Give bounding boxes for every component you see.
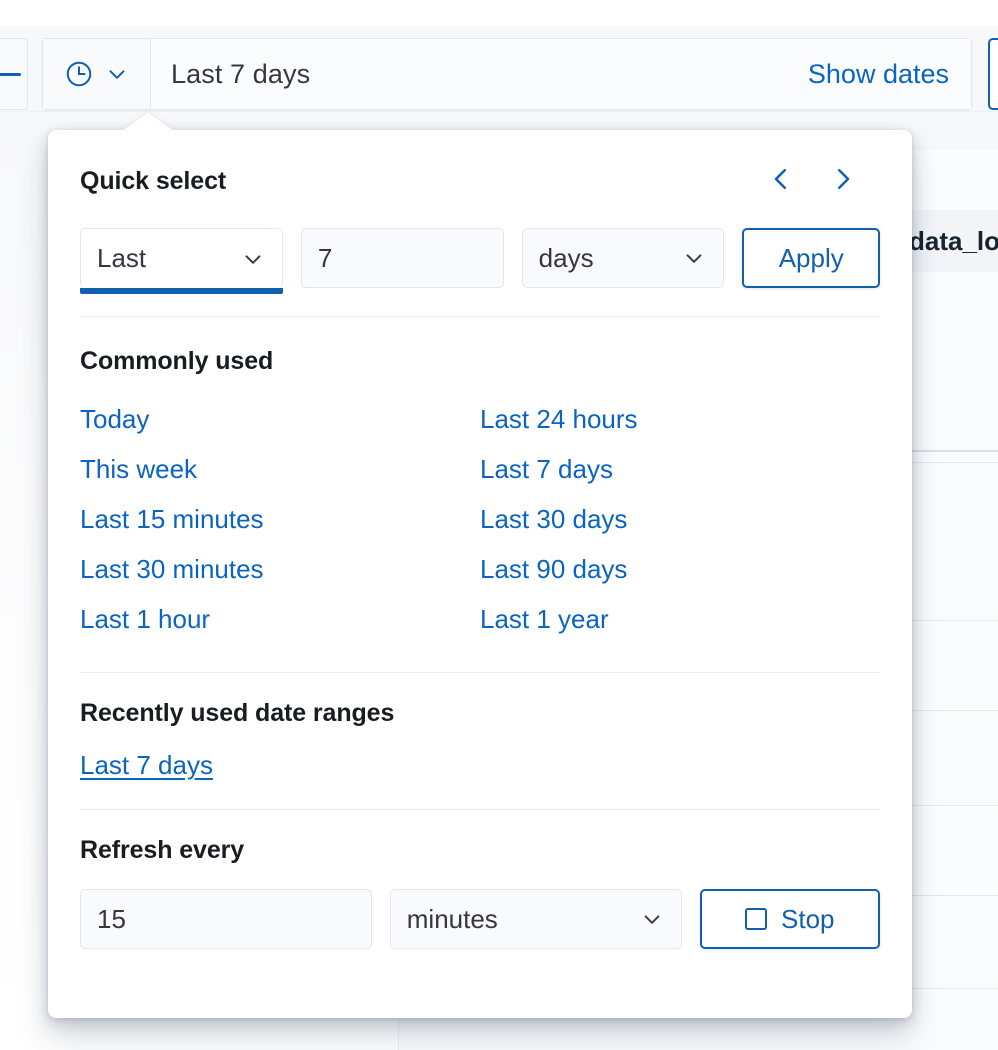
commonly-used-title: Commonly used: [80, 347, 274, 375]
commonly-used-grid: Today Last 24 hours This week Last 7 day…: [80, 394, 880, 644]
refresh-every-title: Refresh every: [80, 836, 245, 864]
apply-button-label: Apply: [778, 242, 844, 273]
commonly-used-item-last-15-minutes[interactable]: Last 15 minutes: [80, 494, 264, 544]
background-chrome-band: [0, 0, 998, 26]
chevron-down-icon: [240, 246, 266, 272]
update-button[interactable]: [988, 38, 998, 110]
quick-select-title: Quick select: [80, 166, 227, 195]
quick-select-direction-value: Last: [97, 243, 147, 273]
popover-arrow: [122, 113, 174, 131]
previous-time-window-button[interactable]: [764, 164, 798, 198]
commonly-used-item-last-7-days[interactable]: Last 7 days: [480, 444, 613, 494]
super-date-picker-bar: Last 7 days Show dates: [42, 38, 972, 110]
next-time-window-button[interactable]: [826, 164, 860, 198]
quick-select-count-value: 7: [317, 242, 333, 273]
minus-icon: [0, 72, 21, 76]
chevron-down-icon: [104, 61, 130, 87]
commonly-used-item-last-1-hour[interactable]: Last 1 hour: [80, 594, 210, 644]
quick-select-header: Quick select: [80, 160, 880, 202]
quick-select-count-input[interactable]: 7: [300, 228, 504, 288]
divider: [80, 809, 880, 810]
app-root: data_lo Last 7 days Show dates Quick sel…: [0, 0, 998, 1050]
commonly-used-item-last-90-days[interactable]: Last 90 days: [480, 544, 627, 594]
stop-button-label: Stop: [781, 903, 835, 934]
commonly-used-item-last-1-year[interactable]: Last 1 year: [480, 594, 609, 644]
quick-select-unit-value: days: [538, 242, 594, 273]
background-table-header-text: data_lo: [909, 225, 998, 256]
refresh-every-section: Refresh every 15 minutes Stop: [80, 836, 880, 949]
chevron-down-icon: [639, 906, 665, 932]
stop-refresh-button[interactable]: Stop: [699, 889, 880, 949]
divider: [80, 316, 880, 317]
toolbar-left-control[interactable]: [0, 38, 28, 110]
commonly-used-item-last-30-days[interactable]: Last 30 days: [480, 494, 627, 544]
divider: [80, 672, 880, 673]
refresh-unit-select[interactable]: minutes: [389, 889, 682, 949]
clock-icon: [64, 59, 94, 89]
quick-select-unit-select[interactable]: days: [521, 228, 725, 288]
refresh-every-form: 15 minutes Stop: [80, 889, 880, 949]
quick-select-popover-button[interactable]: [43, 39, 151, 109]
recently-used-title: Recently used date ranges: [80, 699, 395, 727]
show-dates-button[interactable]: Show dates: [785, 39, 971, 109]
refresh-unit-value: minutes: [406, 903, 498, 934]
recently-used-item[interactable]: Last 7 days: [80, 750, 213, 781]
quick-select-form: Last 7 days Apply: [80, 228, 880, 294]
chevron-right-icon: [828, 164, 858, 199]
date-range-display[interactable]: Last 7 days: [151, 39, 786, 109]
show-dates-label: Show dates: [807, 58, 949, 89]
date-range-value: Last 7 days: [171, 58, 311, 89]
commonly-used-item-today[interactable]: Today: [80, 394, 149, 444]
commonly-used-item-last-30-minutes[interactable]: Last 30 minutes: [80, 544, 264, 594]
commonly-used-item-last-24-hours[interactable]: Last 24 hours: [480, 394, 638, 444]
apply-button[interactable]: Apply: [742, 228, 880, 288]
chevron-left-icon: [766, 164, 796, 199]
quick-select-popover: Quick select Last 7 days Apply Commonly …: [48, 113, 912, 1018]
quick-select-direction-select[interactable]: Last: [80, 228, 283, 294]
refresh-interval-value: 15: [97, 903, 126, 934]
stop-square-icon: [745, 908, 768, 930]
quick-select-nav: [764, 164, 880, 198]
recently-used-section: Recently used date ranges Last 7 days: [80, 699, 880, 781]
chevron-down-icon: [681, 245, 707, 271]
commonly-used-section: Commonly used Today Last 24 hours This w…: [80, 347, 880, 644]
commonly-used-item-this-week[interactable]: This week: [80, 444, 197, 494]
refresh-interval-input[interactable]: 15: [80, 889, 372, 949]
